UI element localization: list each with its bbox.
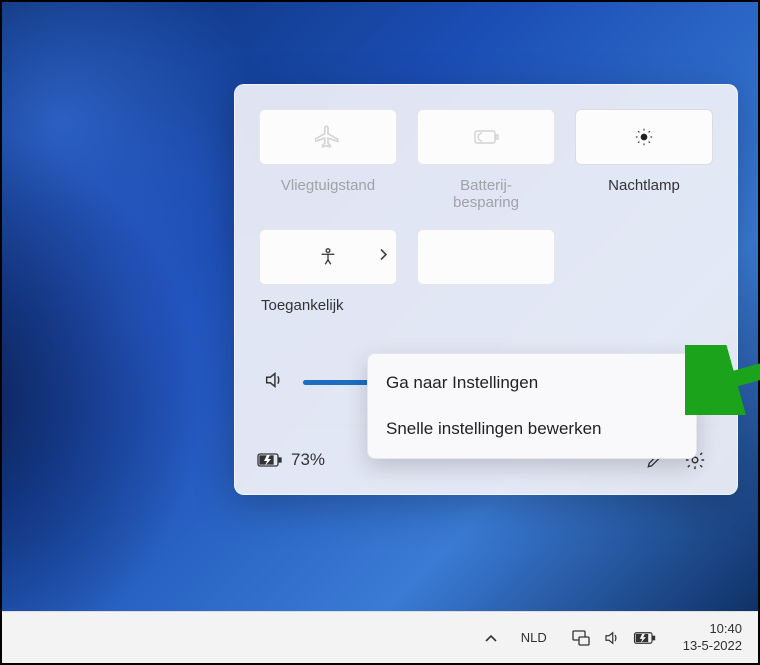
airplane-mode-tile[interactable] xyxy=(259,109,397,165)
accessibility-icon xyxy=(317,246,339,268)
airplane-mode-label: Vliegtuigstand xyxy=(259,167,397,227)
quick-settings-panel: Vliegtuigstand Batterij- besparing Nacht… xyxy=(234,84,738,495)
tray-battery-icon[interactable] xyxy=(633,631,657,645)
battery-saver-icon xyxy=(471,127,501,147)
battery-status-icon[interactable]: 73% xyxy=(257,450,325,470)
tray-language[interactable]: NLD xyxy=(515,630,553,645)
clock-time: 10:40 xyxy=(683,621,742,637)
accessibility-tile[interactable] xyxy=(259,229,397,285)
chevron-right-icon[interactable] xyxy=(699,373,709,392)
tray-overflow-chevron[interactable] xyxy=(479,626,503,650)
taskbar: NLD 10:40 13-5-2022 xyxy=(2,611,758,663)
context-menu: Ga naar Instellingen Snelle instellingen… xyxy=(367,353,697,459)
clock-date: 13-5-2022 xyxy=(683,638,742,654)
nightlight-label: Nachtlamp xyxy=(575,167,713,227)
battery-percentage-text: 73% xyxy=(291,450,325,470)
volume-icon[interactable] xyxy=(263,369,285,396)
chevron-up-icon xyxy=(484,633,498,643)
tray-network-icon[interactable] xyxy=(571,629,591,647)
context-item-go-to-settings[interactable]: Ga naar Instellingen xyxy=(368,360,696,406)
tray-volume-icon[interactable] xyxy=(603,629,621,647)
accessibility-label: Toegankelijk xyxy=(259,287,397,330)
battery-saver-label: Batterij- besparing xyxy=(417,167,555,227)
quick-settings-tile-5[interactable] xyxy=(417,229,555,285)
context-item-edit-quick-settings[interactable]: Snelle instellingen bewerken xyxy=(368,406,696,452)
tray-clock[interactable]: 10:40 13-5-2022 xyxy=(675,621,742,654)
nightlight-icon xyxy=(633,126,655,148)
chevron-right-icon xyxy=(378,248,388,267)
battery-saver-tile[interactable] xyxy=(417,109,555,165)
nightlight-tile[interactable] xyxy=(575,109,713,165)
airplane-icon xyxy=(315,124,341,150)
